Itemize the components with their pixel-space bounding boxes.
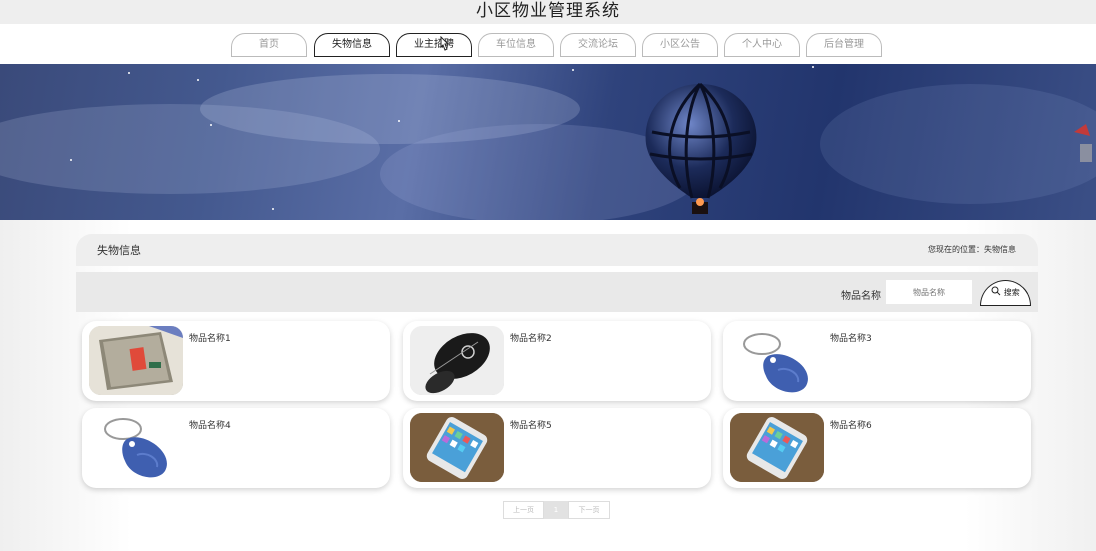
item-image-phone[interactable] bbox=[410, 413, 504, 482]
nav-item-home[interactable]: 首页 bbox=[231, 33, 307, 57]
search-button-label: 搜索 bbox=[1003, 288, 1020, 297]
phone-icon bbox=[730, 413, 824, 482]
section-title: 失物信息 bbox=[97, 244, 141, 257]
search-icon bbox=[991, 286, 1001, 296]
item-card[interactable]: 物品名称6 bbox=[723, 408, 1031, 488]
key-fob-icon bbox=[104, 418, 167, 478]
item-card[interactable]: 物品名称3 bbox=[723, 321, 1031, 401]
page-number-current[interactable]: 1 bbox=[544, 501, 568, 519]
site-title: 小区物业管理系统 bbox=[476, 1, 620, 21]
main-nav: 首页 失物信息 业主招聘 车位信息 交流论坛 小区公告 个人中心 后台管理 bbox=[0, 24, 1096, 64]
phone-icon bbox=[410, 413, 504, 482]
nav-item-admin[interactable]: 后台管理 bbox=[806, 33, 882, 57]
breadcrumb: 您现在的位置：失物信息 bbox=[928, 245, 1016, 254]
item-name[interactable]: 物品名称6 bbox=[830, 418, 872, 431]
title-bar: 小区物业管理系统 bbox=[0, 0, 1096, 24]
nav-item-notices[interactable]: 小区公告 bbox=[642, 33, 718, 57]
item-name[interactable]: 物品名称2 bbox=[510, 331, 552, 344]
search-label: 物品名称 bbox=[841, 291, 881, 302]
item-name[interactable]: 物品名称5 bbox=[510, 418, 552, 431]
car-key-icon bbox=[410, 326, 504, 395]
section-header: 失物信息 您现在的位置：失物信息 bbox=[76, 234, 1038, 266]
mouse-cursor-icon bbox=[440, 36, 450, 51]
nav-item-parking[interactable]: 车位信息 bbox=[478, 33, 554, 57]
item-card[interactable]: 物品名称1 bbox=[82, 321, 390, 401]
search-bar: 物品名称 搜索 bbox=[76, 272, 1038, 312]
item-image-card-reader[interactable] bbox=[89, 326, 183, 395]
distant-balloon-image bbox=[1074, 124, 1092, 162]
item-image-key-fob[interactable] bbox=[730, 326, 824, 395]
item-name[interactable]: 物品名称3 bbox=[830, 331, 872, 344]
item-card[interactable]: 物品名称2 bbox=[403, 321, 711, 401]
key-fob-icon bbox=[743, 333, 808, 393]
item-image-key-fob[interactable] bbox=[89, 413, 183, 482]
nav-item-lost-items[interactable]: 失物信息 bbox=[314, 33, 390, 57]
card-reader-icon bbox=[89, 326, 183, 395]
next-page-button[interactable]: 下一页 bbox=[568, 501, 610, 519]
search-input[interactable] bbox=[886, 280, 972, 304]
nav-item-owner-recruit[interactable]: 业主招聘 bbox=[396, 33, 472, 57]
prev-page-button[interactable]: 上一页 bbox=[503, 501, 544, 519]
hero-banner bbox=[0, 64, 1096, 220]
nav-item-personal[interactable]: 个人中心 bbox=[724, 33, 800, 57]
item-image-phone[interactable] bbox=[730, 413, 824, 482]
search-button[interactable]: 搜索 bbox=[980, 280, 1031, 306]
item-name[interactable]: 物品名称4 bbox=[189, 418, 231, 431]
item-image-car-key[interactable] bbox=[410, 326, 504, 395]
item-name[interactable]: 物品名称1 bbox=[189, 331, 231, 344]
item-card[interactable]: 物品名称5 bbox=[403, 408, 711, 488]
hot-air-balloon-image bbox=[645, 82, 757, 214]
item-card[interactable]: 物品名称4 bbox=[82, 408, 390, 488]
nav-item-forum[interactable]: 交流论坛 bbox=[560, 33, 636, 57]
